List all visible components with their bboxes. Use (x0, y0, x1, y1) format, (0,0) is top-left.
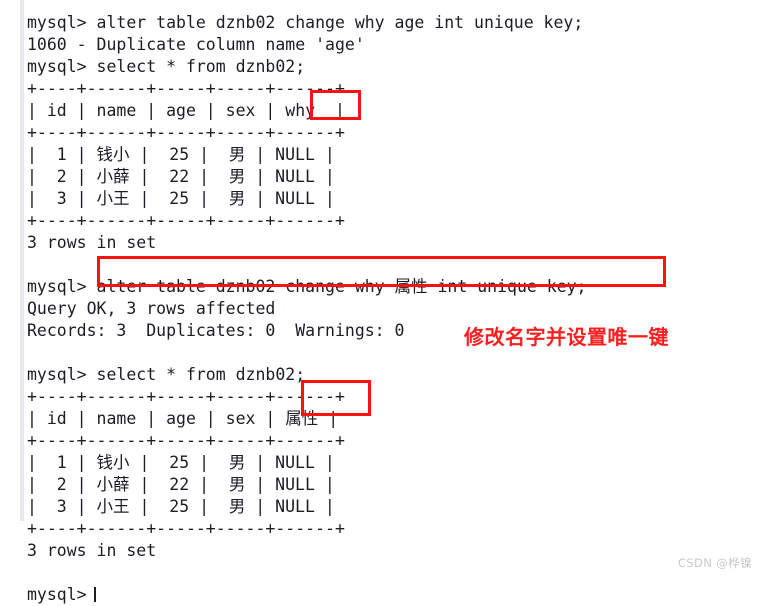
console-line: | 3 | 小王 | 25 | 男 | NULL | (27, 189, 335, 208)
console-line: | 2 | 小薛 | 22 | 男 | NULL | (27, 167, 335, 186)
console-line: | 1 | 钱小 | 25 | 男 | NULL | (27, 145, 335, 164)
console-line: +----+------+-----+-----+------+ (27, 123, 345, 142)
mysql-console-output: mysql> alter table dznb02 change why age… (27, 12, 757, 606)
console-line: +----+------+-----+-----+------+ (27, 387, 345, 406)
console-line: Query OK, 3 rows affected (27, 299, 276, 318)
text-cursor (93, 587, 96, 602)
console-line: mysql> alter table dznb02 change why 属性 … (27, 277, 587, 296)
code-block-gutter-bar (20, 0, 24, 521)
console-line: +----+------+-----+-----+------+ (27, 79, 345, 98)
console-line: 1060 - Duplicate column name 'age' (27, 35, 365, 54)
console-line: | id | name | age | sex | 属性 | (27, 409, 339, 428)
console-prompt-line: mysql> (27, 584, 757, 606)
annotation-note-text: 修改名字并设置唯一键 (464, 325, 669, 349)
console-line: mysql> select * from dznb02; (27, 365, 306, 384)
console-line: mysql> select * from dznb02; (27, 57, 306, 76)
console-line: mysql> alter table dznb02 change why age… (27, 13, 584, 32)
console-line: | 3 | 小王 | 25 | 男 | NULL | (27, 497, 335, 516)
console-line: | 2 | 小薛 | 22 | 男 | NULL | (27, 475, 335, 494)
console-line: | id | name | age | sex | why | (27, 101, 345, 120)
console-line: +----+------+-----+-----+------+ (27, 431, 345, 450)
csdn-watermark: CSDN @桦镍 (677, 556, 752, 570)
console-line: 3 rows in set (27, 541, 157, 560)
console-line: 3 rows in set (27, 233, 157, 252)
console-line: +----+------+-----+-----+------+ (27, 211, 345, 230)
console-prompt-text: mysql> (27, 585, 87, 604)
console-line: +----+------+-----+-----+------+ (27, 519, 345, 538)
console-line: | 1 | 钱小 | 25 | 男 | NULL | (27, 453, 335, 472)
screenshot-root: mysql> alter table dznb02 change why age… (0, 0, 764, 604)
